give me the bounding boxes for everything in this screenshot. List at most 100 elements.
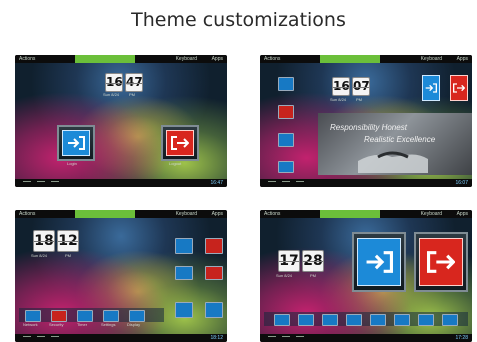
dock-display-icon[interactable] [129, 310, 145, 322]
login-button[interactable] [57, 125, 95, 161]
back-icon[interactable] [23, 181, 31, 185]
recent-apps-icon[interactable] [51, 336, 59, 340]
clock-ampm: PM [356, 97, 362, 102]
logout-icon [166, 130, 194, 156]
recent-apps-icon[interactable] [296, 181, 304, 185]
dock-timer-icon[interactable] [77, 310, 93, 322]
logout-button[interactable] [205, 238, 223, 254]
clock-date: Sun 8/24 [330, 97, 347, 102]
dock-label: Network [23, 322, 38, 327]
security-icon[interactable] [278, 105, 294, 119]
nav-bar: 16:47 [15, 179, 227, 187]
dock-label: Timer [77, 322, 88, 327]
nav-bar: 17:28 [260, 334, 472, 342]
logout-label: Logout [169, 161, 182, 166]
login-button[interactable] [422, 75, 440, 101]
login-button[interactable] [352, 232, 406, 292]
theme-preview-4[interactable]: Actions Keyboard Apps 17 28 Sun 8/24 PM … [260, 210, 472, 342]
clock-hour: 16 [332, 77, 350, 96]
theme-preview-2[interactable]: Actions Keyboard Apps 16 07 Sun 8/24 PM … [260, 55, 472, 187]
status-bar: Actions Keyboard Apps [260, 55, 472, 63]
theme-preview-1[interactable]: Actions Keyboard Apps 16 47 Sun 8/24 PM … [15, 55, 227, 187]
apps-label[interactable]: Apps [212, 210, 223, 218]
keyboard-label[interactable]: Keyboard [176, 55, 197, 63]
login-button[interactable] [175, 238, 193, 254]
status-bar: Actions Keyboard Apps [15, 210, 227, 218]
back-icon[interactable] [268, 181, 276, 185]
active-tab[interactable] [75, 55, 135, 63]
network-icon[interactable] [278, 77, 294, 91]
recent-apps-icon[interactable] [296, 336, 304, 340]
home-label[interactable]: Actions [264, 55, 280, 63]
dock-label: Settings [101, 322, 116, 327]
timer-icon[interactable] [175, 302, 193, 318]
home-label[interactable]: Actions [19, 210, 35, 218]
login-icon [62, 130, 90, 156]
app-dock [264, 312, 468, 326]
clock-ampm: PM [65, 253, 71, 258]
home-icon[interactable] [282, 336, 290, 340]
clock-minute: 47 [125, 73, 143, 92]
dock-security-icon[interactable] [51, 310, 67, 322]
keyboard-label[interactable]: Keyboard [176, 210, 197, 218]
dock-app-icon[interactable] [346, 314, 362, 326]
system-clock: 16:07 [455, 180, 468, 186]
clock-ampm: PM [129, 92, 135, 97]
dock-settings-icon[interactable] [103, 310, 119, 322]
active-tab[interactable] [320, 210, 380, 218]
keyboard-label[interactable]: Keyboard [421, 55, 442, 63]
clock-minute: 12 [57, 230, 79, 252]
network-icon[interactable] [175, 266, 193, 280]
timer-icon[interactable] [278, 133, 294, 147]
clock-hour: 17 [278, 250, 300, 272]
security-icon[interactable] [205, 266, 223, 280]
apps-label[interactable]: Apps [457, 210, 468, 218]
clock-minute: 28 [302, 250, 324, 272]
nav-bar: 18:12 [15, 334, 227, 342]
dock-app-icon[interactable] [418, 314, 434, 326]
login-icon [357, 238, 401, 286]
keyboard-label[interactable]: Keyboard [421, 210, 442, 218]
nav-bar: 16:07 [260, 179, 472, 187]
active-tab[interactable] [320, 55, 380, 63]
settings-icon[interactable] [205, 302, 223, 318]
recent-apps-icon[interactable] [51, 181, 59, 185]
page-title: Theme customizations [131, 9, 346, 31]
active-tab[interactable] [75, 210, 135, 218]
logout-icon [419, 238, 463, 286]
home-label[interactable]: Actions [264, 210, 280, 218]
home-icon[interactable] [37, 181, 45, 185]
clock-date: Sun 8/24 [31, 253, 48, 258]
apps-label[interactable]: Apps [212, 55, 223, 63]
status-bar: Actions Keyboard Apps [260, 210, 472, 218]
handshake-image [358, 151, 428, 173]
dock-network-icon[interactable] [25, 310, 41, 322]
clock-hour: 16 [105, 73, 123, 92]
dock-app-icon[interactable] [274, 314, 290, 326]
apps-label[interactable]: Apps [457, 55, 468, 63]
clock-date: Sun 8/24 [276, 273, 293, 278]
logout-button[interactable] [161, 125, 199, 161]
dock-app-icon[interactable] [394, 314, 410, 326]
dock-app-icon[interactable] [442, 314, 458, 326]
dock-app-icon[interactable] [298, 314, 314, 326]
dock-app-icon[interactable] [322, 314, 338, 326]
dock-label: Display [127, 322, 141, 327]
settings-icon[interactable] [278, 161, 294, 173]
logout-button[interactable] [450, 75, 468, 101]
home-icon[interactable] [37, 336, 45, 340]
back-icon[interactable] [23, 336, 31, 340]
system-clock: 18:12 [210, 335, 223, 341]
clock-hour: 18 [33, 230, 55, 252]
login-label: Login [67, 161, 77, 166]
home-icon[interactable] [282, 181, 290, 185]
home-label[interactable]: Actions [19, 55, 35, 63]
theme-preview-3[interactable]: Actions Keyboard Apps 18 12 Sun 8/24 PM … [15, 210, 227, 342]
slogan-banner: Responsibility Honest Realistic Excellen… [318, 113, 472, 175]
back-icon[interactable] [268, 336, 276, 340]
logout-button[interactable] [414, 232, 468, 292]
clock-minute: 07 [352, 77, 370, 96]
system-clock: 16:47 [210, 180, 223, 186]
banner-line-1: Responsibility Honest [330, 123, 407, 132]
dock-app-icon[interactable] [370, 314, 386, 326]
